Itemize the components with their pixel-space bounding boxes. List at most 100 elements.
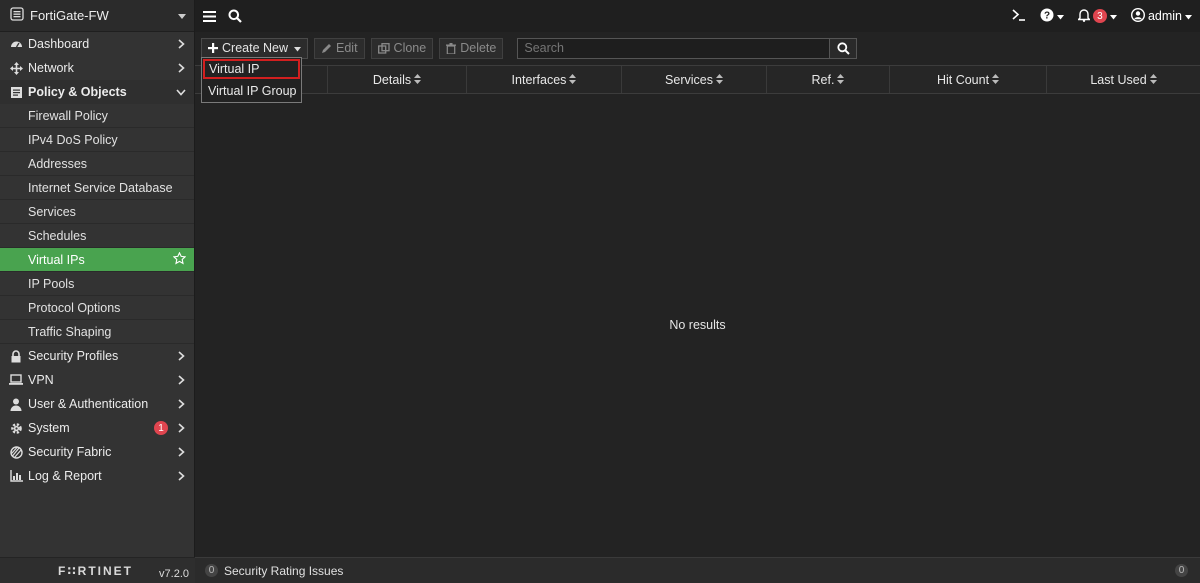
column-header-ref[interactable]: Ref. — [767, 66, 890, 93]
sidebar-subitem-schedules[interactable]: Schedules — [0, 224, 194, 248]
sidebar-subitem-label: Internet Service Database — [28, 180, 173, 195]
sort-icon — [992, 73, 1000, 87]
chevron-right-icon — [176, 351, 186, 361]
username: admin — [1147, 9, 1182, 23]
delete-label: Delete — [460, 41, 497, 55]
chevron-right-icon — [176, 423, 186, 433]
security-rating-count: 0 — [205, 564, 218, 577]
sidebar-item-label: Log & Report — [28, 469, 102, 483]
gear-icon — [9, 421, 23, 435]
sidebar-subitem-label: Virtual IPs — [28, 252, 85, 267]
search-input[interactable] — [517, 37, 831, 59]
clone-button[interactable]: Clone — [370, 37, 434, 59]
notifications-menu[interactable]: 3 — [1076, 8, 1117, 25]
sidebar-item-log-report[interactable]: Log & Report — [0, 464, 194, 488]
security-rating-issues-link[interactable]: Security Rating Issues — [224, 564, 343, 578]
caret-down-icon — [178, 9, 186, 23]
sidebar-item-network[interactable]: Network — [0, 56, 194, 80]
edit-label: Edit — [336, 41, 358, 55]
sidebar-subitem-ip-pools[interactable]: IP Pools — [0, 272, 194, 296]
user-icon — [9, 397, 23, 411]
sidebar-item-label: Policy & Objects — [28, 85, 127, 99]
star-icon[interactable] — [172, 251, 187, 268]
sort-icon — [837, 73, 845, 87]
sidebar-item-label: Security Fabric — [28, 445, 112, 459]
sidebar-subitem-protocol-options[interactable]: Protocol Options — [0, 296, 194, 320]
sidebar-subitem-internet-service-database[interactable]: Internet Service Database — [0, 176, 194, 200]
sidebar-subitem-label: Services — [28, 204, 76, 219]
sidebar-subitem-addresses[interactable]: Addresses — [0, 152, 194, 176]
column-label: Details — [372, 72, 412, 87]
sidebar-item-system[interactable]: System 1 — [0, 416, 194, 440]
sidebar-subitem-label: Addresses — [28, 156, 88, 171]
search-submit-button[interactable] — [830, 37, 858, 59]
policy-icon — [9, 85, 23, 99]
sidebar-item-dashboard[interactable]: Dashboard — [0, 32, 194, 56]
create-new-dropdown: Virtual IP Virtual IP Group — [201, 57, 302, 103]
search-box — [517, 37, 858, 59]
sidebar-subitem-label: Firewall Policy — [28, 108, 108, 123]
sidebar-subitem-label: IPv4 DoS Policy — [28, 132, 118, 147]
toolbar: Create New Edit Clone Delete — [195, 32, 1200, 64]
column-header-services[interactable]: Services — [622, 66, 767, 93]
sidebar-subitem-label: IP Pools — [28, 276, 75, 291]
sidebar-subitem-firewall-policy[interactable]: Firewall Policy — [0, 104, 194, 128]
search-icon[interactable] — [228, 9, 242, 23]
notification-badge: 1 — [154, 421, 168, 435]
caret-down-icon — [1109, 9, 1117, 23]
sidebar: FortiGate-FW Dashboard Network Policy & … — [0, 0, 195, 583]
edit-button[interactable]: Edit — [314, 37, 365, 59]
table-header: Details Interfaces Services Ref. Hit Cou… — [195, 65, 1200, 94]
sidebar-item-security-profiles[interactable]: Security Profiles — [0, 344, 194, 368]
svg-text:?: ? — [1044, 10, 1050, 21]
lock-icon — [9, 349, 23, 363]
empty-state-text: No results — [669, 318, 726, 332]
caret-down-icon — [1185, 9, 1192, 23]
device-selector[interactable]: FortiGate-FW — [0, 0, 194, 32]
column-label: Services — [665, 72, 713, 87]
help-icon: ? — [1040, 8, 1054, 25]
caret-down-icon — [294, 41, 301, 55]
column-header-last-used[interactable]: Last Used — [1047, 66, 1200, 93]
pencil-icon — [321, 43, 332, 54]
caret-down-icon — [1056, 9, 1064, 23]
chevron-right-icon — [176, 399, 186, 409]
column-label: Interfaces — [511, 72, 567, 87]
sidebar-item-label: System — [28, 421, 70, 435]
sort-icon — [569, 73, 577, 87]
column-header-interfaces[interactable]: Interfaces — [467, 66, 622, 93]
sidebar-item-user-authentication[interactable]: User & Authentication — [0, 392, 194, 416]
sort-icon — [1149, 73, 1157, 87]
dashboard-icon — [9, 37, 23, 51]
cli-console-icon[interactable] — [1012, 8, 1026, 24]
sidebar-item-vpn[interactable]: VPN — [0, 368, 194, 392]
help-menu[interactable]: ? — [1040, 8, 1064, 25]
alerts-count-badge: 3 — [1092, 9, 1107, 23]
fortigate-device-icon — [10, 7, 24, 24]
chevron-right-icon — [176, 375, 186, 385]
sidebar-subitem-label: Schedules — [28, 228, 87, 243]
sidebar-subitem-ipv4-dos-policy[interactable]: IPv4 DoS Policy — [0, 128, 194, 152]
network-icon — [9, 61, 23, 75]
status-bar: 0 Security Rating Issues 0 — [195, 557, 1200, 583]
sidebar-item-policy-objects[interactable]: Policy & Objects — [0, 80, 194, 104]
clone-label: Clone — [393, 41, 427, 55]
dropdown-item-virtual-ip-group[interactable]: Virtual IP Group — [202, 80, 301, 102]
sidebar-subitem-virtual-ips[interactable]: Virtual IPs — [0, 248, 194, 272]
sidebar-item-label: VPN — [28, 373, 54, 387]
status-right-count: 0 — [1175, 564, 1188, 577]
column-header-details[interactable]: Details — [328, 66, 467, 93]
user-menu[interactable]: admin — [1130, 7, 1192, 25]
sidebar-subitem-services[interactable]: Services — [0, 200, 194, 224]
top-bar: ? 3 admin — [195, 0, 1200, 32]
sidebar-item-label: Network — [28, 61, 74, 75]
sidebar-subitem-label: Traffic Shaping — [28, 324, 112, 339]
create-new-button[interactable]: Create New — [201, 37, 308, 59]
delete-button[interactable]: Delete — [439, 37, 504, 59]
column-header-hit-count[interactable]: Hit Count — [890, 66, 1047, 93]
laptop-icon — [9, 373, 23, 387]
hamburger-menu-icon[interactable] — [203, 10, 216, 22]
sidebar-item-security-fabric[interactable]: Security Fabric — [0, 440, 194, 464]
dropdown-item-virtual-ip[interactable]: Virtual IP — [203, 59, 300, 79]
sidebar-subitem-traffic-shaping[interactable]: Traffic Shaping — [0, 320, 194, 344]
